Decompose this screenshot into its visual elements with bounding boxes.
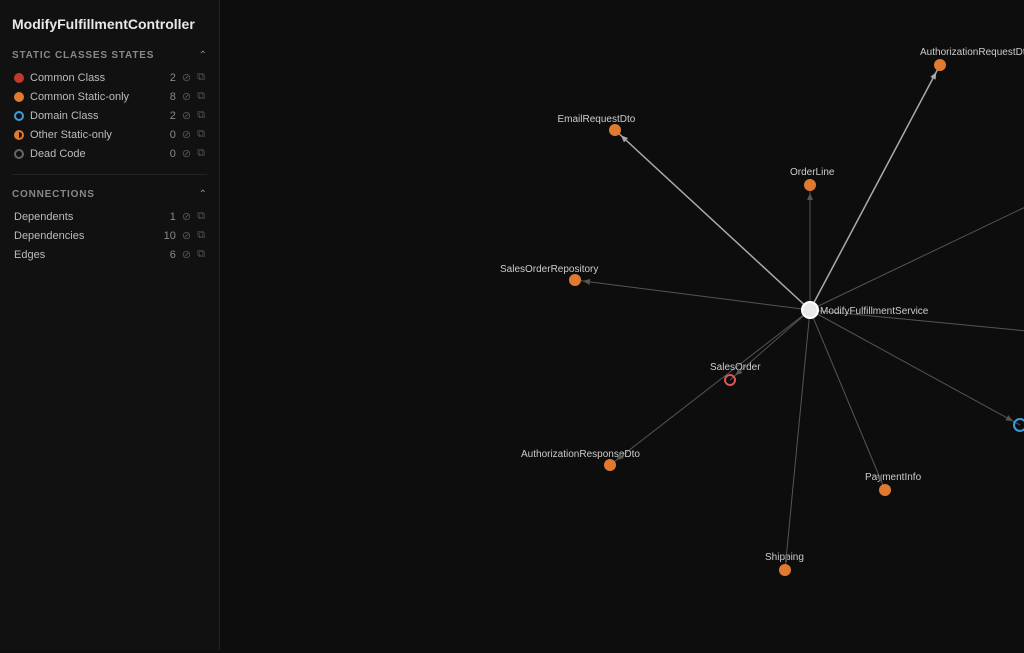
connection-label: Dependents bbox=[14, 211, 73, 223]
graph-node[interactable]: AuthorizationRequestDto bbox=[920, 47, 1024, 71]
legend-label: Common Class bbox=[30, 72, 105, 84]
connection-hide-icon[interactable]: ⊘ bbox=[182, 229, 191, 242]
connection-item: Edges 6 ⊘ ⧉ bbox=[12, 248, 207, 261]
legend-hide-icon[interactable]: ⊘ bbox=[182, 71, 191, 84]
graph-node[interactable]: AuthorizationResponseDto bbox=[521, 449, 640, 471]
legend-count: 2 bbox=[162, 110, 176, 122]
connection-count: 6 bbox=[162, 249, 176, 261]
legend-item: Common Static-only 8 ⊘ ⧉ bbox=[12, 90, 207, 103]
graph-edge bbox=[810, 65, 940, 310]
connection-hide-icon[interactable]: ⊘ bbox=[182, 210, 191, 223]
legend-label: Common Static-only bbox=[30, 91, 129, 103]
legend-hide-icon[interactable]: ⊘ bbox=[182, 147, 191, 160]
graph-svg: ModifyFulfillmentService AuthorizationReq… bbox=[220, 0, 1024, 650]
legend-dot bbox=[14, 73, 24, 83]
legend-count: 0 bbox=[162, 129, 176, 141]
graph-arrow bbox=[616, 453, 623, 460]
legend-item: Domain Class 2 ⊘ ⧉ bbox=[12, 109, 207, 122]
graph-arrow bbox=[807, 193, 813, 200]
connection-count: 10 bbox=[162, 230, 176, 242]
legend-hide-icon[interactable]: ⊘ bbox=[182, 90, 191, 103]
graph-arrow bbox=[583, 279, 590, 285]
legend-hide-icon[interactable]: ⊘ bbox=[182, 128, 191, 141]
legend-count: 2 bbox=[162, 72, 176, 84]
legend-list: Common Class2⊘⧉Common Static-only8⊘⧉Doma… bbox=[12, 71, 207, 160]
graph-edge bbox=[810, 200, 1024, 310]
connection-copy-icon[interactable]: ⧉ bbox=[197, 229, 205, 242]
legend-label: Domain Class bbox=[30, 110, 98, 122]
connections-section-header: CONNECTIONS ⌃ bbox=[12, 189, 207, 200]
node-label: AuthorizationRequestDto bbox=[920, 47, 1024, 58]
graph-node[interactable]: OrderLine bbox=[790, 167, 835, 191]
legend-count: 8 bbox=[162, 91, 176, 103]
graph-edge bbox=[575, 280, 810, 310]
connection-label: Edges bbox=[14, 249, 45, 261]
connection-label: Dependencies bbox=[14, 230, 84, 242]
connections-list: Dependents 1 ⊘ ⧉ Dependencies 10 ⊘ ⧉ Edges 6 ⊘ ⧉ bbox=[12, 210, 207, 261]
node-label: SalesOrderRepository bbox=[500, 264, 598, 275]
graph-edge bbox=[610, 310, 810, 465]
graph-area: ModifyFulfillmentService AuthorizationReq… bbox=[220, 0, 1024, 650]
graph-edge bbox=[785, 310, 810, 570]
graph-node[interactable]: EmailRequestDto bbox=[558, 114, 636, 136]
connection-item: Dependents 1 ⊘ ⧉ bbox=[12, 210, 207, 223]
legend-item: Dead Code 0 ⊘ ⧉ bbox=[12, 147, 207, 160]
sidebar: ModifyFulfillmentController STATIC CLASS… bbox=[0, 0, 220, 650]
legend-dot bbox=[14, 111, 24, 121]
legend-copy-icon[interactable]: ⧉ bbox=[197, 90, 205, 103]
connections-chevron[interactable]: ⌃ bbox=[199, 189, 207, 200]
connections-label: CONNECTIONS bbox=[12, 189, 95, 200]
legend-copy-icon[interactable]: ⧉ bbox=[197, 128, 205, 141]
legend-dot bbox=[14, 92, 24, 102]
graph-edge bbox=[810, 310, 1024, 340]
graph-edge bbox=[810, 310, 885, 490]
legend-dot bbox=[14, 130, 24, 140]
graph-node[interactable]: PaymentInfo bbox=[865, 472, 922, 496]
legend-copy-icon[interactable]: ⧉ bbox=[197, 71, 205, 84]
legend-item: Common Class 2 ⊘ ⧉ bbox=[12, 71, 207, 84]
graph-arrow bbox=[783, 555, 789, 562]
section-divider bbox=[12, 174, 207, 175]
node-label: OrderLine bbox=[790, 167, 835, 178]
legend-copy-icon[interactable]: ⧉ bbox=[197, 147, 205, 160]
legend-dot bbox=[14, 149, 24, 159]
page-title: ModifyFulfillmentController bbox=[12, 16, 207, 32]
graph-node[interactable]: ModifyFulfillmentController bbox=[1014, 417, 1024, 440]
node-label: PaymentInfo bbox=[865, 472, 922, 483]
static-classes-section-header: STATIC CLASSES STATES ⌃ bbox=[12, 50, 207, 61]
node-label: EmailRequestDto bbox=[558, 114, 636, 125]
graph-edge bbox=[730, 310, 810, 380]
legend-copy-icon[interactable]: ⧉ bbox=[197, 109, 205, 122]
legend-item: Other Static-only 0 ⊘ ⧉ bbox=[12, 128, 207, 141]
static-classes-label: STATIC CLASSES STATES bbox=[12, 50, 154, 61]
legend-label: Other Static-only bbox=[30, 129, 112, 141]
legend-label: Dead Code bbox=[30, 148, 86, 160]
legend-count: 0 bbox=[162, 148, 176, 160]
connection-item: Dependencies 10 ⊘ ⧉ bbox=[12, 229, 207, 242]
connection-count: 1 bbox=[162, 211, 176, 223]
static-classes-chevron[interactable]: ⌃ bbox=[199, 50, 207, 61]
connection-copy-icon[interactable]: ⧉ bbox=[197, 248, 205, 261]
graph-node[interactable]: SalesOrderRepository bbox=[500, 264, 598, 286]
node-label: ModifyFulfillmentService bbox=[820, 306, 929, 317]
legend-hide-icon[interactable]: ⊘ bbox=[182, 109, 191, 122]
connection-hide-icon[interactable]: ⊘ bbox=[182, 248, 191, 261]
graph-edge bbox=[615, 130, 810, 310]
connection-copy-icon[interactable]: ⧉ bbox=[197, 210, 205, 223]
